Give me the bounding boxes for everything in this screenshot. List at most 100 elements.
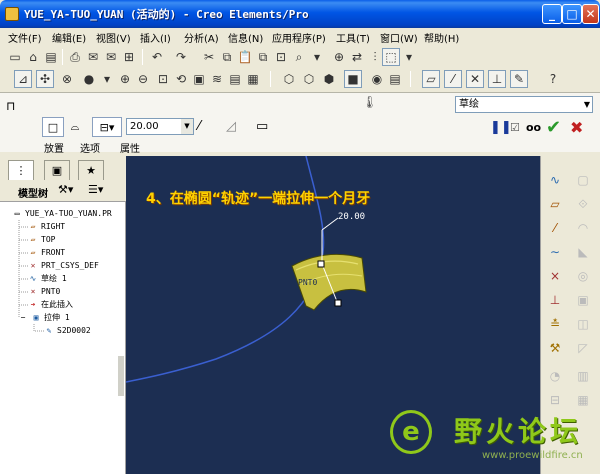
placement-tab[interactable]: 放置 — [44, 140, 64, 155]
dashboard-collapse-icon[interactable]: ⊓ — [6, 99, 20, 113]
sweep-tool-icon[interactable]: ▥ — [573, 366, 593, 386]
sketch-tool-icon[interactable]: ∿ — [545, 170, 565, 190]
shell-tool-icon[interactable]: ▣ — [573, 290, 593, 310]
menu-file[interactable]: 文件(F) — [8, 30, 42, 45]
menu-analysis[interactable]: 分析(A) — [184, 30, 219, 45]
saved-views-icon[interactable]: ▣ — [190, 70, 208, 88]
find-icon[interactable]: ⌕ — [290, 48, 308, 66]
appearance-icon[interactable]: ● — [80, 70, 98, 88]
csys-tool-icon[interactable]: ⊥ — [545, 290, 565, 310]
surface-type-button[interactable]: ⌓ — [64, 117, 86, 137]
pattern-tool-icon[interactable]: ▦ — [573, 390, 593, 410]
orient-icon[interactable]: ⊗ — [58, 70, 76, 88]
cancel-x-icon[interactable]: ✖ — [570, 118, 583, 137]
mirror-icon[interactable]: ⊡ — [272, 48, 290, 66]
datum-points-icon[interactable]: ✕ — [466, 70, 484, 88]
annotations-icon[interactable]: ✎ — [510, 70, 528, 88]
layers-icon[interactable]: ≋ — [208, 70, 226, 88]
filter-icon[interactable]: ▾ — [308, 48, 326, 66]
maximize-button[interactable]: □ — [562, 4, 582, 24]
minimize-button[interactable]: _ — [542, 4, 562, 24]
mail-icon[interactable]: ✉ — [84, 48, 102, 66]
model-display-icon[interactable]: ◉ — [368, 70, 386, 88]
pause-icon[interactable]: ❚❚ — [490, 118, 512, 136]
view-manager-icon[interactable]: ▤ — [226, 70, 244, 88]
coord-sys-icon[interactable]: ⊥ — [488, 70, 506, 88]
revolve-tool-icon[interactable]: ◔ — [545, 366, 565, 386]
select-box-icon[interactable]: ⬚ — [382, 48, 400, 66]
chamfer-tool-icon[interactable]: ◣ — [573, 242, 593, 262]
datum-planes-icon[interactable]: ▱ — [422, 70, 440, 88]
depth-value-input[interactable]: 20.00 ▼ — [126, 118, 194, 135]
curve-tool-icon[interactable]: ∼ — [545, 242, 565, 262]
mail-attach-icon[interactable]: ✉ — [102, 48, 120, 66]
select-dropdown-icon[interactable]: ▾ — [400, 48, 418, 66]
appearance-dropdown-icon[interactable]: ▾ — [98, 70, 116, 88]
repaint-icon[interactable]: ▦ — [244, 70, 262, 88]
verify-glasses-icon[interactable]: oo — [526, 118, 541, 136]
save-icon[interactable]: ▤ — [42, 48, 60, 66]
thicken-icon[interactable]: ▭ — [256, 119, 268, 134]
open-file-icon[interactable]: ⌂ — [24, 48, 42, 66]
apply-check-icon[interactable]: ✔ — [546, 117, 561, 138]
point-tool-icon[interactable]: × — [545, 266, 565, 286]
splitter-handle[interactable] — [118, 356, 124, 396]
no-hidden-icon[interactable]: ⬢ — [320, 70, 338, 88]
mirror-tool-icon[interactable]: ⟐ — [573, 194, 593, 214]
menu-help[interactable]: 帮助(H) — [424, 30, 459, 45]
menu-window[interactable]: 窗口(W) — [380, 30, 418, 45]
regen-manager-icon[interactable]: ⇄ — [348, 48, 366, 66]
offset-tool-icon[interactable]: ⚒ — [545, 338, 565, 358]
analysis-tool-icon[interactable]: ≛ — [545, 314, 565, 334]
menu-edit[interactable]: 编辑(E) — [52, 30, 86, 45]
hidden-line-icon[interactable]: ⬡ — [300, 70, 318, 88]
menu-info[interactable]: 信息(N) — [228, 30, 263, 45]
title-bar[interactable]: YUE_YA-TUO_YUAN (活动的) - Creo Elements/Pr… — [0, 0, 600, 28]
regenerate-icon[interactable]: ⊞ — [120, 48, 138, 66]
close-button[interactable]: ✕ — [582, 4, 599, 24]
axis-tool-icon[interactable]: ⁄ — [545, 218, 565, 238]
spin-center-icon[interactable]: ✣ — [36, 70, 54, 88]
undo-icon[interactable]: ↶ — [148, 48, 166, 66]
print-icon[interactable]: ⎙ — [66, 48, 84, 66]
rib-tool-icon[interactable]: ◫ — [573, 314, 593, 334]
redo-icon[interactable]: ↷ — [172, 48, 190, 66]
menu-tools[interactable]: 工具(T) — [336, 30, 370, 45]
zoom-in-icon[interactable]: ⊕ — [116, 70, 134, 88]
zoom-out-icon[interactable]: ⊖ — [134, 70, 152, 88]
properties-tab[interactable]: 属性 — [120, 140, 140, 155]
refit-icon[interactable]: ⊡ — [154, 70, 172, 88]
blend-tool-icon[interactable]: ⊟ — [545, 390, 565, 410]
reorient-icon[interactable]: ⟲ — [172, 70, 190, 88]
plane-tool-icon[interactable]: ▱ — [545, 194, 565, 214]
preview-checkbox-icon[interactable]: ☑ — [510, 118, 520, 136]
new-file-icon[interactable]: ▭ — [6, 48, 24, 66]
cut-icon[interactable]: ✂ — [200, 48, 218, 66]
menu-insert[interactable]: 插入(I) — [140, 30, 171, 45]
paste-special-icon[interactable]: ⧉ — [254, 48, 272, 66]
wireframe-icon[interactable]: ⬡ — [280, 70, 298, 88]
remove-material-icon[interactable]: ◿ — [226, 119, 236, 134]
menu-view[interactable]: 视图(V) — [96, 30, 131, 45]
sketch-mode-icon[interactable]: ⊿ — [14, 70, 32, 88]
flip-direction-icon[interactable]: ⁄ — [198, 119, 200, 134]
draft-tool-icon[interactable]: ◸ — [573, 338, 593, 358]
round-tool-icon[interactable]: ◠ — [573, 218, 593, 238]
saved-orient-icon[interactable]: ▤ — [386, 70, 404, 88]
options-tab[interactable]: 选项 — [80, 140, 100, 155]
dimension-label[interactable]: 20.00 — [338, 212, 365, 222]
sketch-type-select[interactable]: 草绘 ▼ — [455, 96, 593, 113]
depth-dropdown-icon[interactable]: ▼ — [181, 119, 193, 134]
sketch-setup-icon[interactable]: ▢ — [573, 170, 593, 190]
depth-option-button[interactable]: ⊟▾ — [92, 117, 122, 137]
context-help-icon[interactable]: ? — [544, 70, 562, 88]
shading-icon[interactable]: ■ — [344, 70, 362, 88]
solid-type-button[interactable]: □ — [42, 117, 64, 137]
copy-icon[interactable]: ⧉ — [218, 48, 236, 66]
hole-tool-icon[interactable]: ◎ — [573, 266, 593, 286]
datum-axes-icon[interactable]: ⁄ — [444, 70, 462, 88]
menu-applications[interactable]: 应用程序(P) — [272, 30, 326, 45]
merge-icon[interactable]: ⊕ — [330, 48, 348, 66]
paste-icon[interactable]: 📋 — [236, 48, 254, 66]
thermometer-icon: 🌡 — [362, 95, 378, 109]
